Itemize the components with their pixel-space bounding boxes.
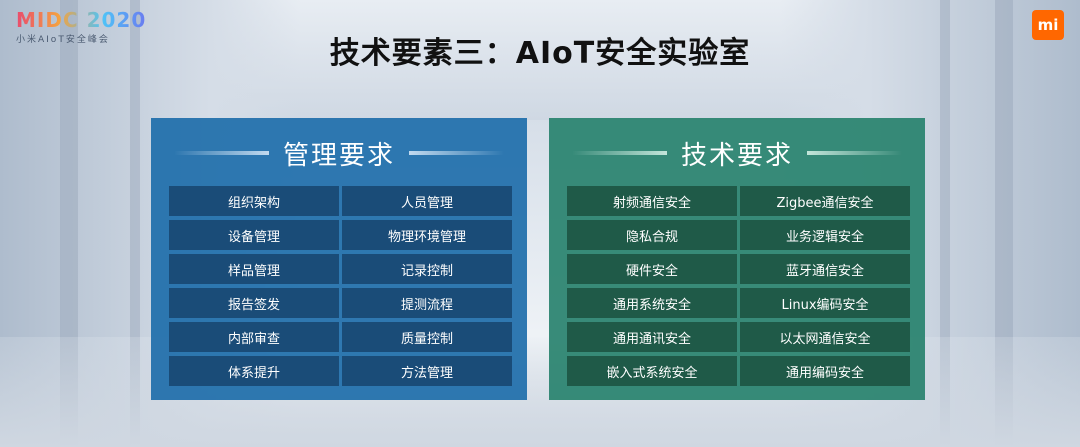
technical-item: 嵌入式系统安全	[567, 356, 737, 386]
header-decoration	[807, 151, 902, 155]
header-decoration	[173, 151, 269, 155]
management-item: 物理环境管理	[342, 220, 512, 250]
management-item: 提测流程	[342, 288, 512, 318]
technical-item: Linux编码安全	[740, 288, 910, 318]
technical-panel: 技术要求 射频通信安全 Zigbee通信安全 隐私合规 业务逻辑安全 硬件安全 …	[549, 118, 925, 400]
management-item: 内部审查	[169, 322, 339, 352]
technical-item: 业务逻辑安全	[740, 220, 910, 250]
panel-header: 技术要求	[549, 132, 925, 174]
technical-item: 通用系统安全	[567, 288, 737, 318]
management-title: 管理要求	[282, 140, 395, 171]
technical-item: 硬件安全	[567, 254, 737, 284]
slide-title: 技术要素三：AIoT安全实验室	[329, 36, 751, 71]
header-decoration	[409, 151, 504, 155]
technical-grid: 射频通信安全 Zigbee通信安全 隐私合规 业务逻辑安全 硬件安全 蓝牙通信安…	[567, 186, 910, 386]
management-item: 人员管理	[342, 186, 512, 216]
management-item: 方法管理	[342, 356, 512, 386]
management-item: 记录控制	[342, 254, 512, 284]
technical-title: 技术要求	[680, 140, 793, 171]
technical-item: Zigbee通信安全	[740, 186, 910, 216]
technical-item: 隐私合规	[567, 220, 737, 250]
management-panel: 管理要求 组织架构 人员管理 设备管理 物理环境管理 样品管理 记录控制 报告签…	[151, 118, 527, 400]
technical-item: 通用编码安全	[740, 356, 910, 386]
technical-item: 以太网通信安全	[740, 322, 910, 352]
management-grid: 组织架构 人员管理 设备管理 物理环境管理 样品管理 记录控制 报告签发 提测流…	[169, 186, 512, 386]
technical-item: 通用通讯安全	[567, 322, 737, 352]
management-item: 报告签发	[169, 288, 339, 318]
panel-header: 管理要求	[151, 132, 527, 174]
management-item: 组织架构	[169, 186, 339, 216]
management-item: 设备管理	[169, 220, 339, 250]
management-item: 样品管理	[169, 254, 339, 284]
header-decoration	[571, 151, 667, 155]
logo-title: MIDC 2020	[16, 8, 147, 32]
management-item: 体系提升	[169, 356, 339, 386]
technical-item: 蓝牙通信安全	[740, 254, 910, 284]
management-item: 质量控制	[342, 322, 512, 352]
technical-item: 射频通信安全	[567, 186, 737, 216]
